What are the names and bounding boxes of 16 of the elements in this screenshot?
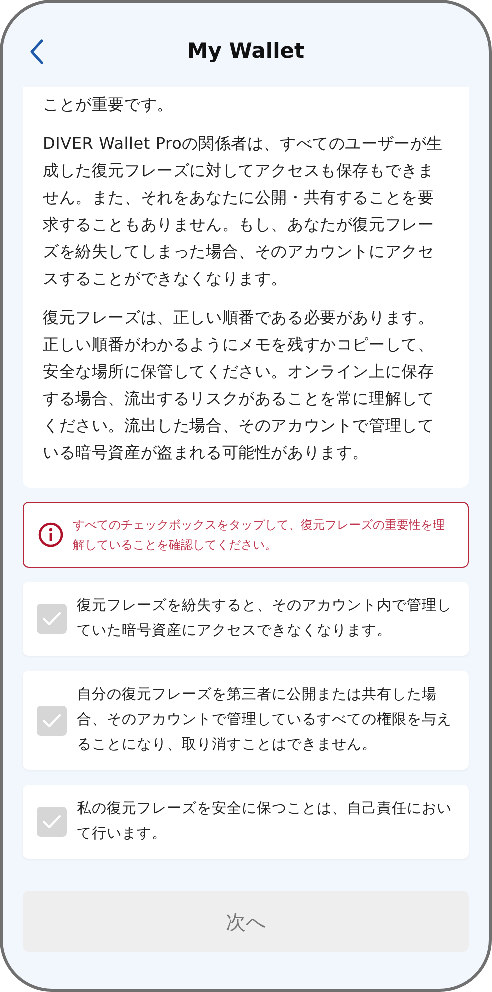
info-paragraph: DIVER Wallet Proの関係者は、すべてのユーザーが生成した復元フレーズに対してアクセスも保存もできません。また、それをあなたに公開・共有することを要求することもありません。もし、あなたが復元フレーズを紛失してしまった場合、そのアカウントにアクセスすることができなくなります。 [43,133,444,290]
check-icon [42,814,62,830]
checkbox[interactable] [37,604,67,634]
checkbox-label: 私の復元フレーズを安全に保つことは、自己責任において行います。 [77,800,453,844]
info-icon [38,522,64,548]
check-icon [42,712,62,728]
info-paragraph: 復元フレーズは、正しい順番である必要があります。正しい順番がわかるようにメモを残すかコピーして、安全な場所に保管してください。オンライン上に保存する場合、流出するリスクがあることを常に理解してください。流出した場合、そのアカウントで管理している暗号資産が盗まれる可能性があります。 [43,307,436,464]
info-paragraph: ことが重要です。 [43,94,174,116]
screen-title: My Wallet [187,38,305,66]
check-icon [42,611,62,627]
checkbox[interactable] [37,706,67,736]
alert-text: すべてのチェックボックスをタップして、復元フレーズの重要性を理解していることを確認してください。 [73,517,446,554]
checkbox-label: 復元フレーズを紛失すると、そのアカウント内で管理していた暗号資産にアクセスできなくなります。 [77,597,453,641]
checkbox[interactable] [37,807,67,837]
checkbox-label: 自分の復元フレーズを第三者に公開または共有した場合、そのアカウントで管理しているすべての権限を与えることになり、取り消すことはできません。 [77,686,453,755]
back-icon[interactable] [29,39,45,65]
